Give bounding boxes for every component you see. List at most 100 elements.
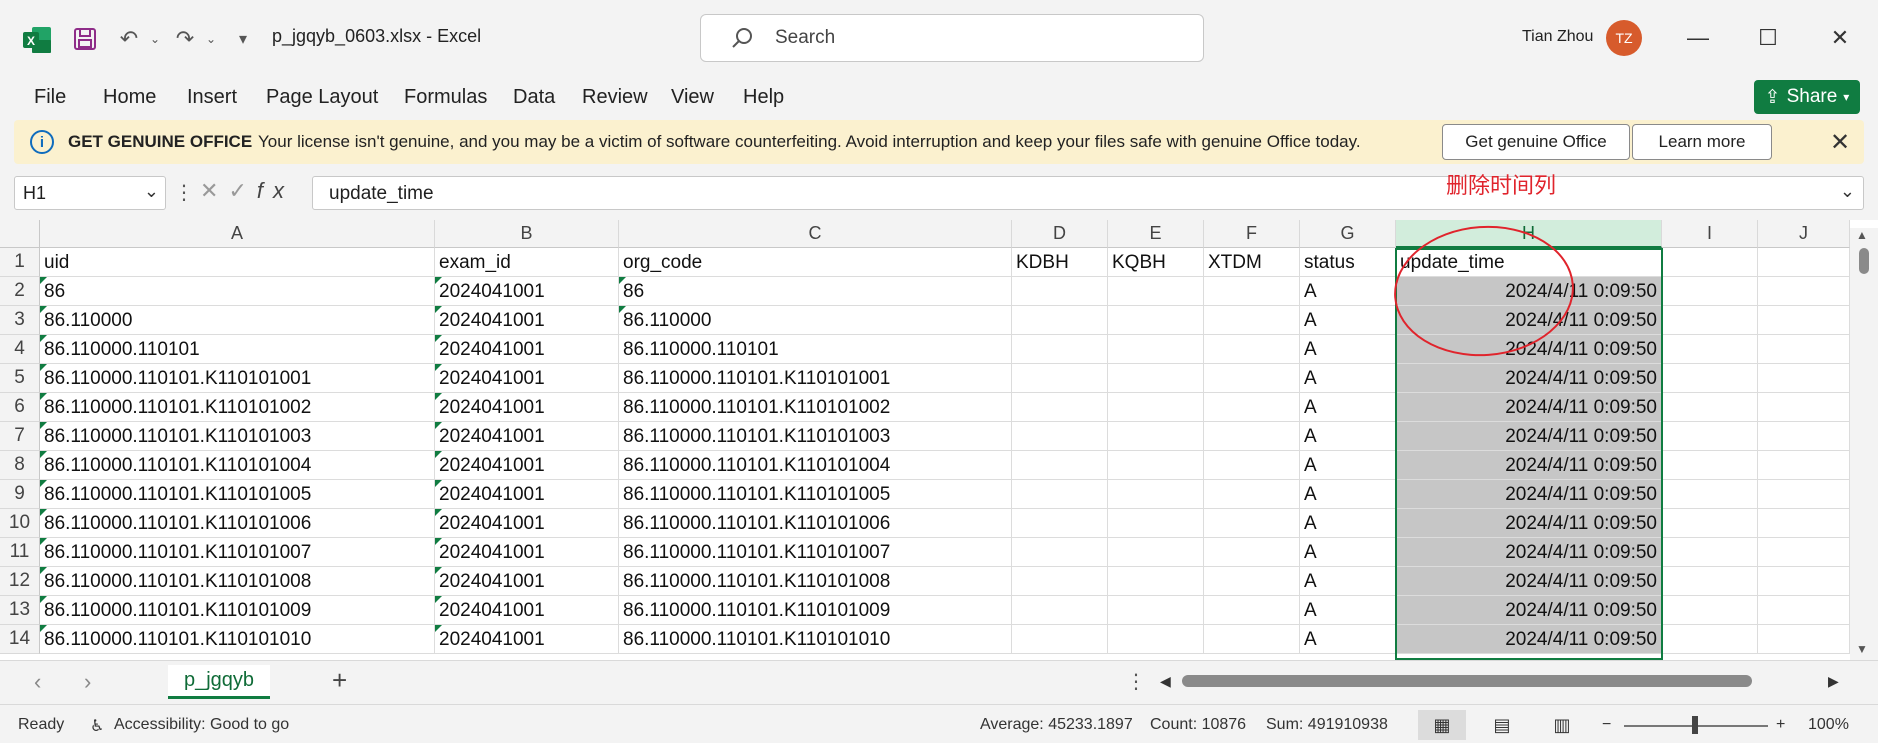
cell-c13[interactable]: 86.110000.110101.K110101009 <box>619 596 1012 625</box>
cell-i7[interactable] <box>1662 422 1758 451</box>
cell-g8[interactable]: A <box>1300 451 1396 480</box>
cell-e8[interactable] <box>1108 451 1204 480</box>
cell-a3[interactable]: 86.110000 <box>40 306 435 335</box>
cell-i12[interactable] <box>1662 567 1758 596</box>
cell-c8[interactable]: 86.110000.110101.K110101004 <box>619 451 1012 480</box>
cell-e9[interactable] <box>1108 480 1204 509</box>
cell-f6[interactable] <box>1204 393 1300 422</box>
cell-b10[interactable]: 2024041001 <box>435 509 619 538</box>
cell-f1[interactable]: XTDM <box>1204 248 1300 277</box>
zoom-level[interactable]: 100% <box>1808 716 1849 734</box>
menu-data[interactable]: Data <box>513 86 555 109</box>
cell-f7[interactable] <box>1204 422 1300 451</box>
cell-b4[interactable]: 2024041001 <box>435 335 619 364</box>
column-header-f[interactable]: F <box>1204 220 1300 248</box>
name-box[interactable]: H1 ⌄ <box>14 176 166 210</box>
menu-page-layout[interactable]: Page Layout <box>266 86 378 109</box>
cell-a14[interactable]: 86.110000.110101.K110101010 <box>40 625 435 654</box>
cell-j2[interactable] <box>1758 277 1850 306</box>
cell-j4[interactable] <box>1758 335 1850 364</box>
cell-g10[interactable]: A <box>1300 509 1396 538</box>
cell-a9[interactable]: 86.110000.110101.K110101005 <box>40 480 435 509</box>
row-header[interactable]: 4 <box>0 335 40 364</box>
cell-g13[interactable]: A <box>1300 596 1396 625</box>
cell-j9[interactable] <box>1758 480 1850 509</box>
cell-f2[interactable] <box>1204 277 1300 306</box>
scroll-down-icon[interactable]: ▼ <box>1856 642 1868 656</box>
menu-help[interactable]: Help <box>743 86 784 109</box>
column-header-d[interactable]: D <box>1012 220 1108 248</box>
cell-b6[interactable]: 2024041001 <box>435 393 619 422</box>
cell-h11[interactable]: 2024/4/11 0:09:50 <box>1396 538 1662 567</box>
cell-e13[interactable] <box>1108 596 1204 625</box>
cell-b2[interactable]: 2024041001 <box>435 277 619 306</box>
scroll-right-icon[interactable]: ▶ <box>1828 673 1839 690</box>
cell-i13[interactable] <box>1662 596 1758 625</box>
cell-d4[interactable] <box>1012 335 1108 364</box>
share-button[interactable]: ⇪ Share ▾ <box>1754 80 1860 114</box>
prev-sheet-icon[interactable]: ‹ <box>34 669 41 695</box>
row-header[interactable]: 11 <box>0 538 40 567</box>
cell-i5[interactable] <box>1662 364 1758 393</box>
search-box[interactable]: Search <box>700 14 1204 62</box>
cell-h14[interactable]: 2024/4/11 0:09:50 <box>1396 625 1662 654</box>
cell-c5[interactable]: 86.110000.110101.K110101001 <box>619 364 1012 393</box>
cell-j12[interactable] <box>1758 567 1850 596</box>
cell-f10[interactable] <box>1204 509 1300 538</box>
sheet-tab[interactable]: p_jgqyb <box>168 665 270 699</box>
cell-c3[interactable]: 86.110000 <box>619 306 1012 335</box>
cell-f9[interactable] <box>1204 480 1300 509</box>
cell-e11[interactable] <box>1108 538 1204 567</box>
cell-c11[interactable]: 86.110000.110101.K110101007 <box>619 538 1012 567</box>
cell-b13[interactable]: 2024041001 <box>435 596 619 625</box>
cell-c4[interactable]: 86.110000.110101 <box>619 335 1012 364</box>
cell-i10[interactable] <box>1662 509 1758 538</box>
cell-b12[interactable]: 2024041001 <box>435 567 619 596</box>
cell-d8[interactable] <box>1012 451 1108 480</box>
cell-d9[interactable] <box>1012 480 1108 509</box>
cell-f4[interactable] <box>1204 335 1300 364</box>
scroll-up-icon[interactable]: ▲ <box>1856 228 1868 242</box>
customize-quick-access-icon[interactable]: ▾ <box>228 24 258 54</box>
cell-j3[interactable] <box>1758 306 1850 335</box>
cell-e12[interactable] <box>1108 567 1204 596</box>
column-header-j[interactable]: J <box>1758 220 1850 248</box>
cell-j6[interactable] <box>1758 393 1850 422</box>
cell-f5[interactable] <box>1204 364 1300 393</box>
menu-review[interactable]: Review <box>582 86 648 109</box>
cell-i2[interactable] <box>1662 277 1758 306</box>
cell-j14[interactable] <box>1758 625 1850 654</box>
cell-e5[interactable] <box>1108 364 1204 393</box>
cell-a6[interactable]: 86.110000.110101.K110101002 <box>40 393 435 422</box>
cell-g4[interactable]: A <box>1300 335 1396 364</box>
cell-g1[interactable]: status <box>1300 248 1396 277</box>
cell-f8[interactable] <box>1204 451 1300 480</box>
cell-a1[interactable]: uid <box>40 248 435 277</box>
menu-view[interactable]: View <box>671 86 714 109</box>
column-header-g[interactable]: G <box>1300 220 1396 248</box>
get-genuine-office-button[interactable]: Get genuine Office <box>1442 124 1630 160</box>
vertical-scrollbar[interactable]: ▲ ▼ <box>1850 228 1878 660</box>
column-header-e[interactable]: E <box>1108 220 1204 248</box>
cell-i4[interactable] <box>1662 335 1758 364</box>
cell-g2[interactable]: A <box>1300 277 1396 306</box>
cell-d6[interactable] <box>1012 393 1108 422</box>
expand-formula-icon[interactable]: ⌄ <box>1840 181 1855 202</box>
cell-a4[interactable]: 86.110000.110101 <box>40 335 435 364</box>
more-options-icon[interactable]: ⋮ <box>174 180 194 205</box>
cell-f3[interactable] <box>1204 306 1300 335</box>
cell-g5[interactable]: A <box>1300 364 1396 393</box>
cell-d3[interactable] <box>1012 306 1108 335</box>
cell-d5[interactable] <box>1012 364 1108 393</box>
cell-a12[interactable]: 86.110000.110101.K110101008 <box>40 567 435 596</box>
cell-j5[interactable] <box>1758 364 1850 393</box>
select-all-corner[interactable] <box>0 220 40 248</box>
menu-file[interactable]: File <box>34 86 66 109</box>
cell-g7[interactable]: A <box>1300 422 1396 451</box>
menu-formulas[interactable]: Formulas <box>404 86 487 109</box>
cell-j13[interactable] <box>1758 596 1850 625</box>
more-options-icon[interactable]: ⋮ <box>1126 669 1146 694</box>
cell-c1[interactable]: org_code <box>619 248 1012 277</box>
insert-function-icon[interactable]: fx <box>257 178 294 203</box>
cell-h9[interactable]: 2024/4/11 0:09:50 <box>1396 480 1662 509</box>
